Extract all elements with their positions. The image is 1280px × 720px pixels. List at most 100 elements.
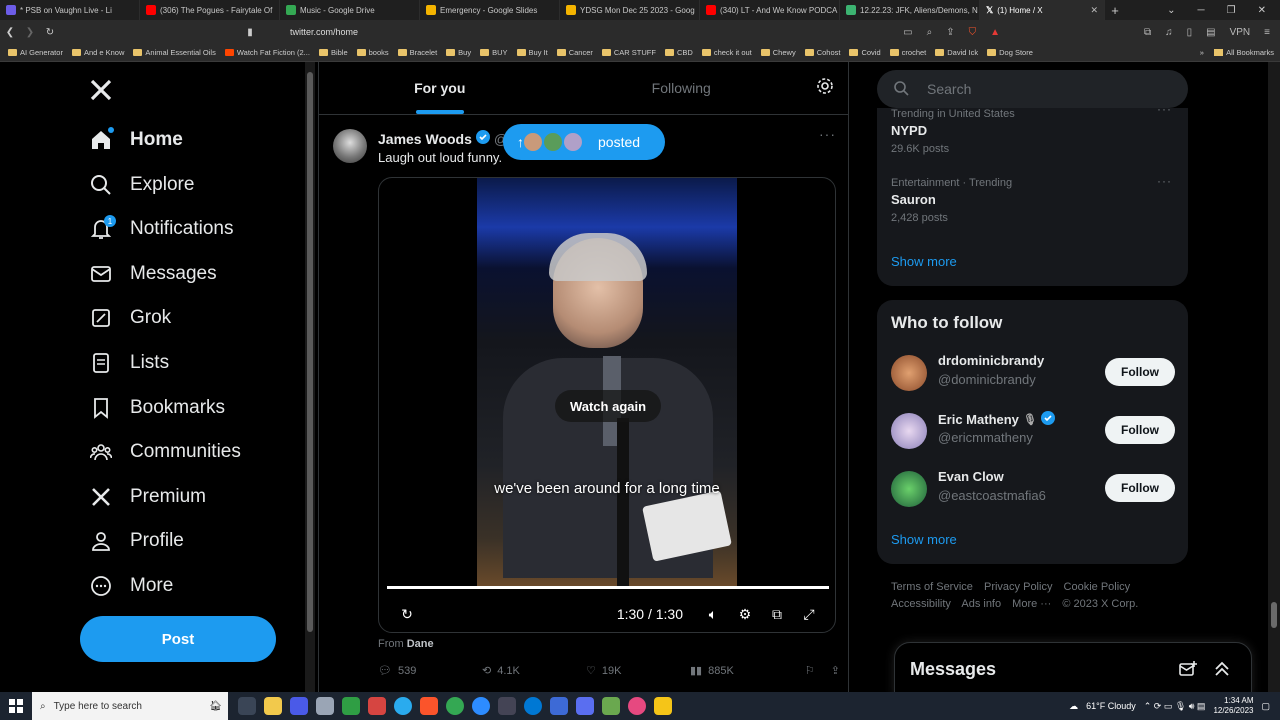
avatar[interactable] (891, 471, 927, 507)
video-player[interactable]: we've been around for a long time Watch … (378, 177, 836, 633)
playlist-icon[interactable]: ♫ (1165, 27, 1173, 38)
bookmark-item[interactable]: Buy It (516, 48, 548, 57)
sidebar-item-bookmarks[interactable]: Bookmarks (90, 393, 225, 423)
share-icon[interactable]: ⇪ (831, 664, 840, 677)
tweet-author-name[interactable]: James Woods (378, 131, 472, 147)
like-button[interactable]: ♡ 19K (586, 664, 690, 678)
bookmark-item[interactable]: Animal Essential Oils (133, 48, 216, 57)
share-icon[interactable]: ⇪ (946, 27, 954, 38)
taskbar-search-input[interactable]: ⌕ Type here to search 🏠︎ (32, 692, 228, 720)
tab-for-you[interactable]: For you (319, 62, 561, 114)
app-icon[interactable] (602, 697, 620, 715)
bookmark-item[interactable]: Cohost (804, 48, 840, 57)
browser-tab[interactable]: YDSG Mon Dec 25 2023 - Goog (560, 0, 700, 20)
onedrive-icon[interactable] (524, 697, 542, 715)
bookmark-item[interactable]: Dog Store (987, 48, 1033, 57)
volume-icon[interactable]: 🔈︎ (697, 606, 729, 623)
video-source-name[interactable]: Dane (407, 638, 434, 650)
browser-tab[interactable]: (306) The Pogues - Fairytale Of (140, 0, 280, 20)
follow-suggestion-name[interactable]: Eric Matheny 🎙︎ (938, 411, 1055, 428)
windows-start-icon[interactable] (0, 699, 32, 713)
bookmark-item[interactable]: Bracelet (397, 48, 437, 57)
tab-search-icon[interactable]: ⌄ (1167, 5, 1175, 16)
sidebar-item-explore[interactable]: Explore (90, 170, 194, 200)
timeline-settings-button[interactable] (802, 62, 848, 114)
bookmark-item[interactable]: check it out (701, 48, 752, 57)
brave-icon[interactable] (420, 697, 438, 715)
repost-button[interactable]: ⟲ 4.1K (482, 664, 586, 678)
browser-tab[interactable]: Music - Google Drive (280, 0, 420, 20)
avatar[interactable] (333, 129, 367, 163)
bookmark-page-icon[interactable]: ▮ (240, 27, 260, 38)
footer-link[interactable]: Privacy Policy (984, 581, 1052, 593)
minimize-icon[interactable]: ─ (1198, 5, 1205, 16)
notifications-center-icon[interactable]: ▢ (1261, 701, 1270, 712)
sidebar-item-notifications[interactable]: 1 Notifications (90, 214, 234, 244)
follow-suggestion[interactable]: Evan Clow @eastcoastmafia6 Follow (891, 468, 1175, 508)
close-tab-icon[interactable]: ✕ (1090, 5, 1098, 16)
forward-icon[interactable]: ❯ (20, 27, 40, 38)
follow-button[interactable]: Follow (1105, 474, 1175, 502)
trend-item[interactable]: Entertainment · Trending Sauron 2,428 po… (891, 177, 1012, 224)
menu-icon[interactable]: ≡ (1264, 27, 1270, 38)
tray-icons[interactable]: ⌃ ⟳ ▭ 🎙︎ 🔊︎ ▤ (1144, 701, 1206, 712)
replay-icon[interactable]: ↻ (391, 606, 423, 623)
new-tab-button[interactable]: + (1105, 3, 1125, 18)
follow-suggestion[interactable]: drdominicbrandy @dominicbrandy Follow (891, 352, 1175, 392)
views-button[interactable]: ▮▮ 885K (690, 664, 794, 678)
zoom-icon[interactable]: ⌕ (927, 27, 933, 38)
x-logo-icon[interactable] (89, 78, 113, 109)
brave-shield-icon[interactable]: ⛉ (969, 27, 977, 38)
browser-tab[interactable]: 12.22.23: JFK, Aliens/Demons, N (840, 0, 980, 20)
app-icon[interactable] (368, 697, 386, 715)
bookmark-item[interactable]: Buy (446, 48, 471, 57)
trend-more-icon[interactable]: ··· (1157, 174, 1172, 188)
tab-following[interactable]: Following (561, 62, 803, 114)
app-icon[interactable] (550, 697, 568, 715)
search-input[interactable]: Search (877, 70, 1188, 108)
sidebar-item-home[interactable]: Home (90, 125, 183, 155)
new-message-icon[interactable] (1179, 660, 1197, 683)
telegram-icon[interactable] (394, 697, 412, 715)
avatar[interactable] (891, 413, 927, 449)
video-settings-icon[interactable]: ⚙︎ (729, 606, 761, 623)
sidebar-item-more[interactable]: More (90, 571, 173, 601)
fullscreen-icon[interactable]: ⤢ (793, 606, 825, 623)
follow-button[interactable]: Follow (1105, 416, 1175, 444)
avatar[interactable] (891, 355, 927, 391)
cast-icon[interactable]: ▭ (903, 27, 912, 38)
bookmark-item[interactable]: Bible (318, 48, 348, 57)
app-icon[interactable] (290, 697, 308, 715)
close-window-icon[interactable]: ✕ (1258, 5, 1266, 16)
show-more-trends-link[interactable]: Show more (891, 254, 957, 269)
sidebar-item-premium[interactable]: Premium (90, 482, 206, 512)
video-frame[interactable] (477, 178, 737, 588)
task-view-icon[interactable] (238, 697, 256, 715)
app-icon[interactable] (628, 697, 646, 715)
brave-rewards-icon[interactable]: ▲ (990, 27, 1000, 38)
messages-drawer[interactable]: Messages (894, 642, 1252, 692)
sidebar-item-profile[interactable]: Profile (90, 526, 184, 556)
video-progress-bar[interactable] (387, 586, 829, 589)
sidebar-item-communities[interactable]: Communities (90, 437, 241, 467)
bookmark-item[interactable]: And e Know (71, 48, 124, 57)
watch-again-button[interactable]: Watch again (555, 390, 661, 422)
show-more-follow-link[interactable]: Show more (891, 532, 957, 547)
trend-more-icon[interactable]: ··· (1157, 108, 1172, 116)
bookmark-item[interactable]: CAR STUFF (601, 48, 656, 57)
file-explorer-icon[interactable] (264, 697, 282, 715)
footer-link[interactable]: More ··· (1012, 598, 1051, 610)
bookmark-icon[interactable]: ⚐ (805, 664, 815, 677)
follow-suggestion[interactable]: Eric Matheny 🎙︎ @ericmmatheny Follow (891, 410, 1175, 450)
app-icon[interactable] (498, 697, 516, 715)
sidebar-item-messages[interactable]: Messages (90, 259, 217, 289)
browser-tab-active[interactable]: 𝕏 (1) Home / X ✕ (980, 0, 1105, 20)
browser-tab[interactable]: * PSB on Vaughn Live - Li (0, 0, 140, 20)
maximize-icon[interactable]: ❐ (1227, 5, 1236, 16)
taskbar-clock[interactable]: 1:34 AM 12/26/2023 (1213, 696, 1253, 716)
page-scrollbar[interactable] (1268, 62, 1280, 692)
app-icon[interactable] (576, 697, 594, 715)
bookmark-item[interactable]: CBD (664, 48, 693, 57)
scrollbar-thumb[interactable] (307, 72, 313, 632)
bookmark-item[interactable]: David Ick (935, 48, 978, 57)
